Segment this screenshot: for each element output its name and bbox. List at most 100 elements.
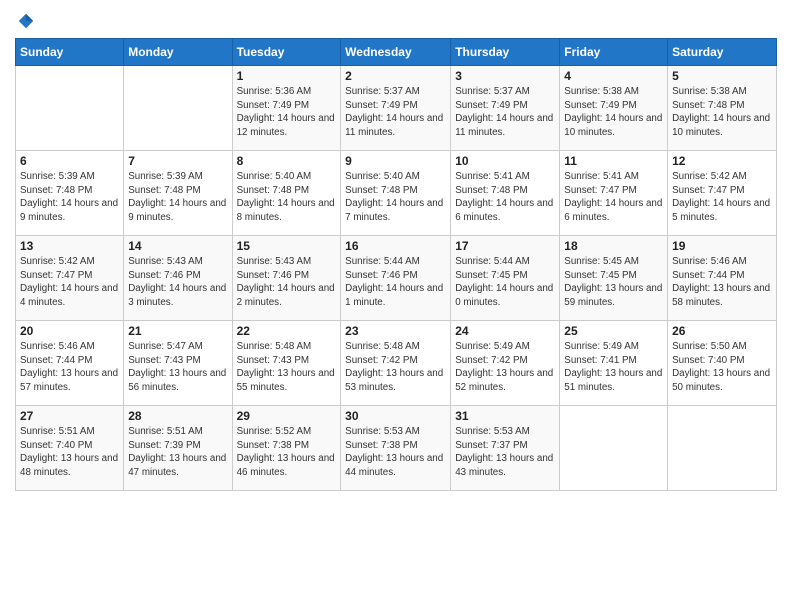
calendar-week-row: 1 Sunrise: 5:36 AM Sunset: 7:49 PM Daylig…	[16, 66, 777, 151]
day-info: Sunrise: 5:48 AM Sunset: 7:43 PM Dayligh…	[237, 340, 337, 395]
calendar-week-row: 6 Sunrise: 5:39 AM Sunset: 7:48 PM Daylig…	[16, 151, 777, 236]
day-info: Sunrise: 5:38 AM Sunset: 7:49 PM Dayligh…	[564, 85, 663, 140]
day-info: Sunrise: 5:44 AM Sunset: 7:45 PM Dayligh…	[455, 255, 555, 310]
day-info: Sunrise: 5:46 AM Sunset: 7:44 PM Dayligh…	[672, 255, 772, 310]
day-info: Sunrise: 5:51 AM Sunset: 7:39 PM Dayligh…	[128, 425, 227, 480]
day-number: 20	[20, 324, 119, 338]
day-info: Sunrise: 5:43 AM Sunset: 7:46 PM Dayligh…	[237, 255, 337, 310]
calendar-header: SundayMondayTuesdayWednesdayThursdayFrid…	[16, 39, 777, 66]
day-info: Sunrise: 5:42 AM Sunset: 7:47 PM Dayligh…	[20, 255, 119, 310]
day-info: Sunrise: 5:41 AM Sunset: 7:48 PM Dayligh…	[455, 170, 555, 225]
day-info: Sunrise: 5:41 AM Sunset: 7:47 PM Dayligh…	[564, 170, 663, 225]
day-info: Sunrise: 5:49 AM Sunset: 7:42 PM Dayligh…	[455, 340, 555, 395]
day-info: Sunrise: 5:53 AM Sunset: 7:38 PM Dayligh…	[345, 425, 446, 480]
day-number: 31	[455, 409, 555, 423]
day-number: 2	[345, 69, 446, 83]
calendar-cell: 1 Sunrise: 5:36 AM Sunset: 7:49 PM Daylig…	[232, 66, 341, 151]
calendar-cell	[16, 66, 124, 151]
calendar-cell: 11 Sunrise: 5:41 AM Sunset: 7:47 PM Dayli…	[560, 151, 668, 236]
day-number: 5	[672, 69, 772, 83]
day-info: Sunrise: 5:36 AM Sunset: 7:49 PM Dayligh…	[237, 85, 337, 140]
day-number: 9	[345, 154, 446, 168]
day-number: 10	[455, 154, 555, 168]
calendar-cell: 31Sunrise: 5:53 AM Sunset: 7:37 PM Dayli…	[451, 406, 560, 491]
logo	[15, 10, 35, 30]
calendar-cell: 17Sunrise: 5:44 AM Sunset: 7:45 PM Dayli…	[451, 236, 560, 321]
day-info: Sunrise: 5:46 AM Sunset: 7:44 PM Dayligh…	[20, 340, 119, 395]
day-number: 27	[20, 409, 119, 423]
day-number: 30	[345, 409, 446, 423]
day-info: Sunrise: 5:49 AM Sunset: 7:41 PM Dayligh…	[564, 340, 663, 395]
calendar-cell: 6Sunrise: 5:39 AM Sunset: 7:48 PM Daylig…	[16, 151, 124, 236]
day-number: 11	[564, 154, 663, 168]
calendar-cell: 22 Sunrise: 5:48 AM Sunset: 7:43 PM Dayli…	[232, 321, 341, 406]
day-number: 19	[672, 239, 772, 253]
calendar-cell: 3 Sunrise: 5:37 AM Sunset: 7:49 PM Daylig…	[451, 66, 560, 151]
day-info: Sunrise: 5:42 AM Sunset: 7:47 PM Dayligh…	[672, 170, 772, 225]
day-info: Sunrise: 5:40 AM Sunset: 7:48 PM Dayligh…	[345, 170, 446, 225]
day-number: 22	[237, 324, 337, 338]
weekday-header: Friday	[560, 39, 668, 66]
calendar-cell: 25 Sunrise: 5:49 AM Sunset: 7:41 PM Dayli…	[560, 321, 668, 406]
calendar: SundayMondayTuesdayWednesdayThursdayFrid…	[15, 38, 777, 491]
calendar-cell: 16 Sunrise: 5:44 AM Sunset: 7:46 PM Dayli…	[341, 236, 451, 321]
day-number: 1	[237, 69, 337, 83]
calendar-cell: 21 Sunrise: 5:47 AM Sunset: 7:43 PM Dayli…	[124, 321, 232, 406]
day-number: 26	[672, 324, 772, 338]
day-number: 15	[237, 239, 337, 253]
calendar-cell: 2 Sunrise: 5:37 AM Sunset: 7:49 PM Daylig…	[341, 66, 451, 151]
day-info: Sunrise: 5:47 AM Sunset: 7:43 PM Dayligh…	[128, 340, 227, 395]
calendar-cell: 5Sunrise: 5:38 AM Sunset: 7:48 PM Daylig…	[668, 66, 777, 151]
day-number: 12	[672, 154, 772, 168]
calendar-cell: 24 Sunrise: 5:49 AM Sunset: 7:42 PM Dayli…	[451, 321, 560, 406]
calendar-cell: 8 Sunrise: 5:40 AM Sunset: 7:48 PM Daylig…	[232, 151, 341, 236]
day-number: 14	[128, 239, 227, 253]
weekday-header: Tuesday	[232, 39, 341, 66]
calendar-cell: 14Sunrise: 5:43 AM Sunset: 7:46 PM Dayli…	[124, 236, 232, 321]
day-number: 28	[128, 409, 227, 423]
calendar-cell: 10 Sunrise: 5:41 AM Sunset: 7:48 PM Dayli…	[451, 151, 560, 236]
weekday-header: Thursday	[451, 39, 560, 66]
day-number: 3	[455, 69, 555, 83]
calendar-cell	[668, 406, 777, 491]
weekday-row: SundayMondayTuesdayWednesdayThursdayFrid…	[16, 39, 777, 66]
calendar-cell: 23 Sunrise: 5:48 AM Sunset: 7:42 PM Dayli…	[341, 321, 451, 406]
day-info: Sunrise: 5:44 AM Sunset: 7:46 PM Dayligh…	[345, 255, 446, 310]
day-number: 21	[128, 324, 227, 338]
day-number: 18	[564, 239, 663, 253]
calendar-week-row: 13Sunrise: 5:42 AM Sunset: 7:47 PM Dayli…	[16, 236, 777, 321]
calendar-cell: 9 Sunrise: 5:40 AM Sunset: 7:48 PM Daylig…	[341, 151, 451, 236]
day-info: Sunrise: 5:51 AM Sunset: 7:40 PM Dayligh…	[20, 425, 119, 480]
calendar-cell: 12 Sunrise: 5:42 AM Sunset: 7:47 PM Dayli…	[668, 151, 777, 236]
calendar-cell: 20 Sunrise: 5:46 AM Sunset: 7:44 PM Dayli…	[16, 321, 124, 406]
day-number: 25	[564, 324, 663, 338]
calendar-cell: 13Sunrise: 5:42 AM Sunset: 7:47 PM Dayli…	[16, 236, 124, 321]
calendar-cell: 29Sunrise: 5:52 AM Sunset: 7:38 PM Dayli…	[232, 406, 341, 491]
day-number: 24	[455, 324, 555, 338]
calendar-cell: 30 Sunrise: 5:53 AM Sunset: 7:38 PM Dayli…	[341, 406, 451, 491]
header	[15, 10, 777, 30]
day-info: Sunrise: 5:50 AM Sunset: 7:40 PM Dayligh…	[672, 340, 772, 395]
day-number: 6	[20, 154, 119, 168]
day-info: Sunrise: 5:37 AM Sunset: 7:49 PM Dayligh…	[345, 85, 446, 140]
day-info: Sunrise: 5:39 AM Sunset: 7:48 PM Dayligh…	[128, 170, 227, 225]
weekday-header: Saturday	[668, 39, 777, 66]
day-info: Sunrise: 5:40 AM Sunset: 7:48 PM Dayligh…	[237, 170, 337, 225]
calendar-week-row: 20 Sunrise: 5:46 AM Sunset: 7:44 PM Dayli…	[16, 321, 777, 406]
day-number: 4	[564, 69, 663, 83]
weekday-header: Wednesday	[341, 39, 451, 66]
day-number: 7	[128, 154, 227, 168]
day-info: Sunrise: 5:48 AM Sunset: 7:42 PM Dayligh…	[345, 340, 446, 395]
page: SundayMondayTuesdayWednesdayThursdayFrid…	[0, 0, 792, 612]
day-number: 16	[345, 239, 446, 253]
calendar-cell: 26 Sunrise: 5:50 AM Sunset: 7:40 PM Dayli…	[668, 321, 777, 406]
calendar-body: 1 Sunrise: 5:36 AM Sunset: 7:49 PM Daylig…	[16, 66, 777, 491]
calendar-cell: 19 Sunrise: 5:46 AM Sunset: 7:44 PM Dayli…	[668, 236, 777, 321]
day-info: Sunrise: 5:37 AM Sunset: 7:49 PM Dayligh…	[455, 85, 555, 140]
day-info: Sunrise: 5:45 AM Sunset: 7:45 PM Dayligh…	[564, 255, 663, 310]
day-number: 8	[237, 154, 337, 168]
calendar-cell	[560, 406, 668, 491]
day-number: 23	[345, 324, 446, 338]
weekday-header: Sunday	[16, 39, 124, 66]
calendar-cell: 18 Sunrise: 5:45 AM Sunset: 7:45 PM Dayli…	[560, 236, 668, 321]
